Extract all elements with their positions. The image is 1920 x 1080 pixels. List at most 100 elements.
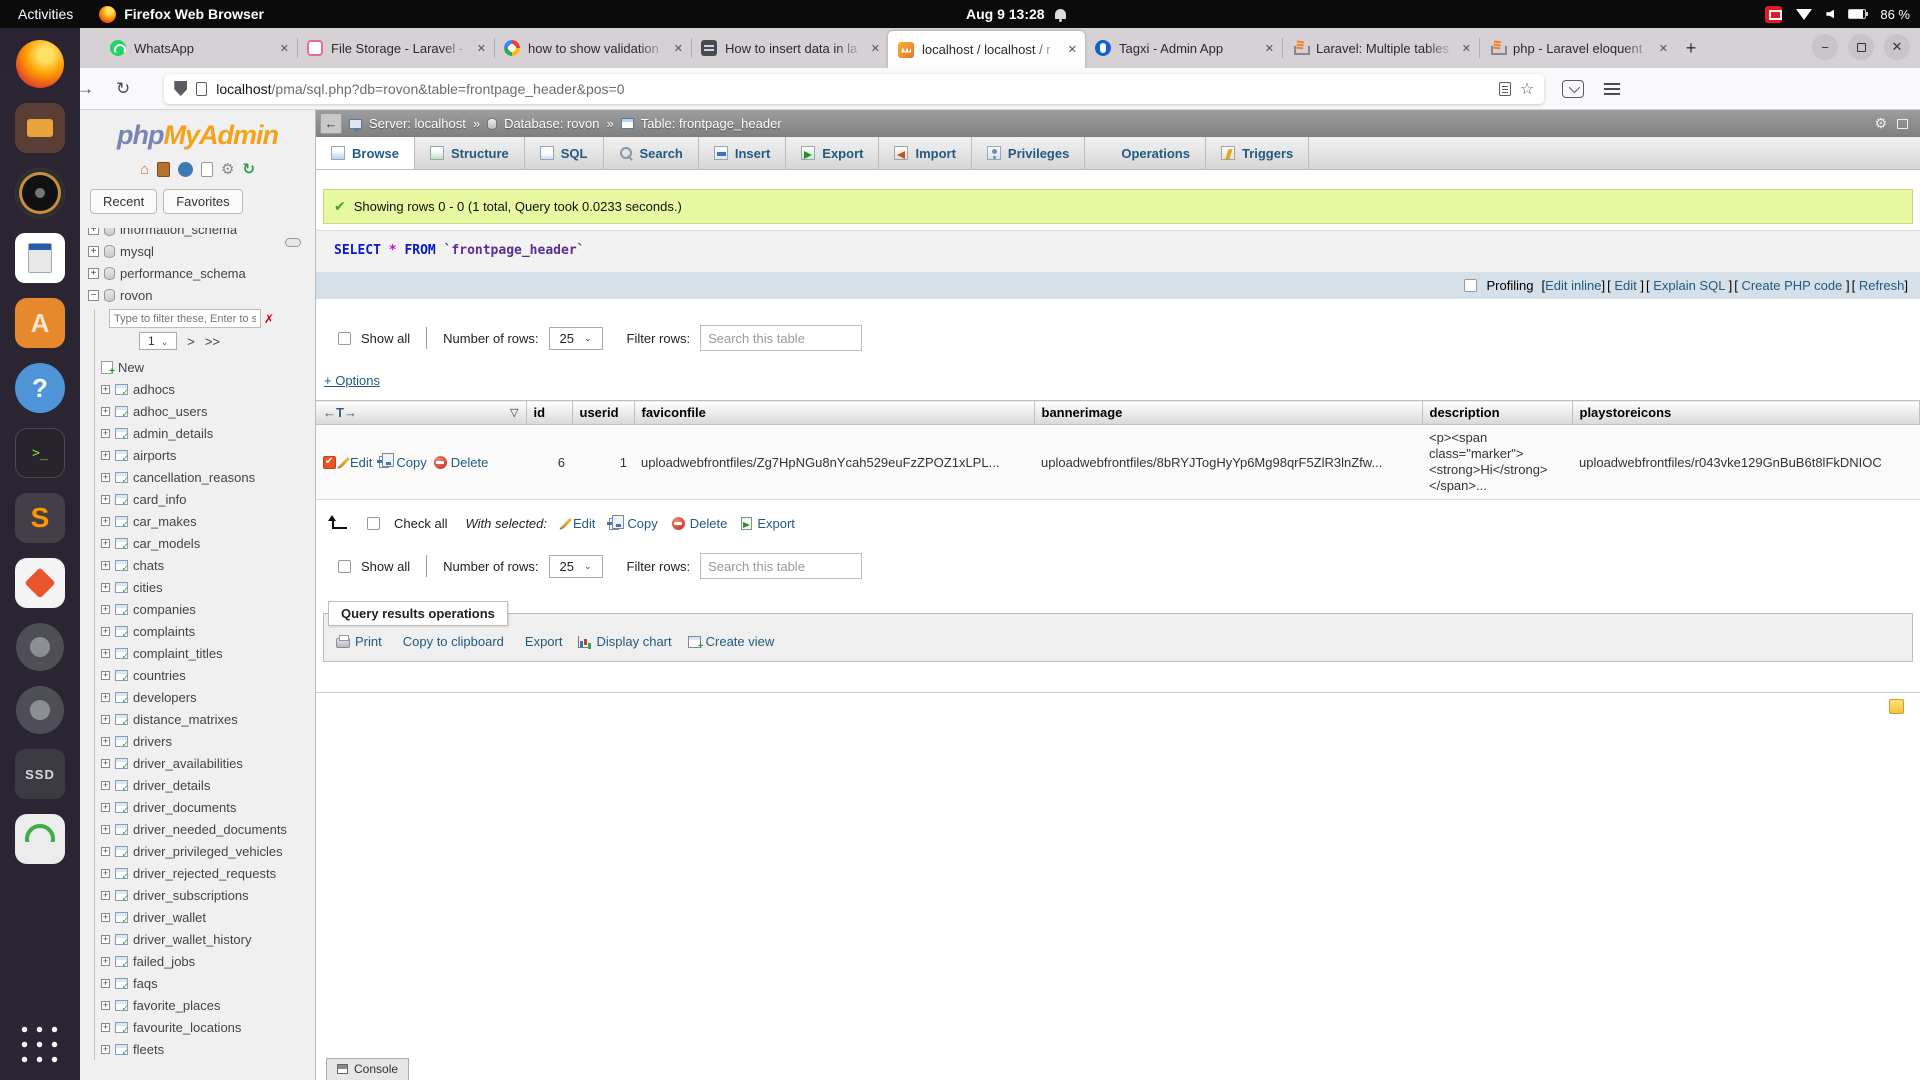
table-name[interactable]: failed_jobs bbox=[133, 954, 195, 969]
breadcrumb-table[interactable]: Table: frontpage_header bbox=[641, 116, 782, 131]
dock-app-icon[interactable] bbox=[16, 686, 64, 734]
focused-app-title[interactable]: Firefox Web Browser bbox=[124, 6, 264, 22]
row-checkbox[interactable] bbox=[323, 456, 336, 469]
tab-close-icon[interactable]: ✕ bbox=[1068, 43, 1077, 56]
browser-tab[interactable]: How to insert data in la ✕ bbox=[691, 28, 888, 68]
expand-icon[interactable]: + bbox=[101, 451, 110, 460]
sidebar-table-item[interactable]: + complaints bbox=[99, 620, 315, 642]
dock-app-icon[interactable] bbox=[15, 233, 65, 283]
table-name[interactable]: complaints bbox=[133, 624, 195, 639]
database-name[interactable]: performance_schema bbox=[120, 266, 246, 281]
pma-tab[interactable]: Structure bbox=[415, 137, 525, 169]
dock-app-icon[interactable] bbox=[16, 623, 64, 671]
dock-app-icon[interactable]: >_ bbox=[15, 428, 65, 478]
logout-icon[interactable] bbox=[157, 162, 170, 177]
expand-icon[interactable]: + bbox=[88, 246, 99, 257]
dock-app-icon[interactable]: ? bbox=[15, 363, 65, 413]
query-tool-anchor[interactable]: Create PHP code bbox=[1741, 278, 1842, 293]
expand-icon[interactable]: + bbox=[101, 847, 110, 856]
favorites-button[interactable]: Favorites bbox=[163, 189, 242, 214]
sidebar-table-item[interactable]: + card_info bbox=[99, 488, 315, 510]
table-name[interactable]: chats bbox=[133, 558, 164, 573]
tab-close-icon[interactable]: ✕ bbox=[871, 42, 880, 55]
dock-app-icon[interactable] bbox=[15, 814, 65, 864]
tab-close-icon[interactable]: ✕ bbox=[1659, 42, 1668, 55]
column-header-description[interactable]: description bbox=[1422, 401, 1572, 425]
table-name[interactable]: airports bbox=[133, 448, 176, 463]
collapse-sidebar-button[interactable]: ← bbox=[320, 113, 342, 134]
selected-delete-link[interactable]: Delete bbox=[672, 516, 728, 531]
profiling-checkbox[interactable] bbox=[1464, 279, 1477, 292]
breadcrumb-server[interactable]: Server: localhost bbox=[369, 116, 466, 131]
pma-tab[interactable]: Browse bbox=[316, 137, 415, 169]
selected-export-link[interactable]: Export bbox=[741, 516, 795, 531]
pma-tab[interactable]: Insert bbox=[699, 137, 786, 169]
tree-page-next[interactable]: > bbox=[187, 334, 195, 349]
dock-app-icon[interactable]: A bbox=[15, 298, 65, 348]
sidebar-table-item[interactable]: + drivers bbox=[99, 730, 315, 752]
expand-icon[interactable]: + bbox=[101, 495, 110, 504]
selected-edit-link[interactable]: Edit bbox=[565, 516, 595, 531]
query-tool-anchor[interactable]: Refresh bbox=[1859, 278, 1905, 293]
rows-count-select[interactable]: 25⌄ bbox=[549, 555, 603, 578]
show-all-checkbox[interactable] bbox=[338, 560, 351, 573]
expand-icon[interactable]: + bbox=[101, 1045, 110, 1054]
sidebar-table-item[interactable]: + companies bbox=[99, 598, 315, 620]
fullscreen-icon[interactable] bbox=[1897, 119, 1908, 129]
table-name[interactable]: countries bbox=[133, 668, 186, 683]
table-name[interactable]: drivers bbox=[133, 734, 172, 749]
table-name[interactable]: driver_availabilities bbox=[133, 756, 243, 771]
sidebar-table-item[interactable]: + cities bbox=[99, 576, 315, 598]
column-header-playstoreicons[interactable]: playstoreicons bbox=[1572, 401, 1920, 425]
sidebar-database[interactable]: + information_schema bbox=[80, 228, 315, 240]
table-name[interactable]: developers bbox=[133, 690, 197, 705]
operation-link[interactable]: Create view bbox=[688, 634, 775, 649]
operation-link[interactable]: Export bbox=[520, 634, 563, 649]
sidebar-table-item[interactable]: + developers bbox=[99, 686, 315, 708]
dock-app-icon[interactable] bbox=[16, 40, 64, 88]
check-all-checkbox[interactable] bbox=[367, 517, 380, 530]
sidebar-table-item[interactable]: + adhoc_users bbox=[99, 400, 315, 422]
selected-copy-link[interactable]: Copy bbox=[609, 516, 657, 531]
expand-icon[interactable]: + bbox=[101, 385, 110, 394]
column-header-bannerimage[interactable]: bannerimage bbox=[1034, 401, 1422, 425]
sidebar-table-item[interactable]: + adhocs bbox=[99, 378, 315, 400]
column-header-id[interactable]: id bbox=[526, 401, 572, 425]
tree-filter-input[interactable] bbox=[109, 309, 261, 328]
reload-button[interactable]: ↻ bbox=[116, 79, 130, 99]
expand-icon[interactable]: + bbox=[101, 539, 110, 548]
sidebar-table-item[interactable]: + chats bbox=[99, 554, 315, 576]
table-name[interactable]: admin_details bbox=[133, 426, 213, 441]
tab-close-icon[interactable]: ✕ bbox=[477, 42, 486, 55]
expand-icon[interactable]: + bbox=[101, 473, 110, 482]
menu-icon[interactable] bbox=[1604, 83, 1620, 95]
sidebar-table-item[interactable]: + car_models bbox=[99, 532, 315, 554]
table-name[interactable]: card_info bbox=[133, 492, 186, 507]
sidebar-table-item[interactable]: + distance_matrixes bbox=[99, 708, 315, 730]
pma-tab[interactable]: Privileges bbox=[972, 137, 1085, 169]
row-copy-link[interactable]: Copy bbox=[379, 455, 426, 470]
expand-icon[interactable]: + bbox=[101, 583, 110, 592]
expand-icon[interactable]: − bbox=[88, 290, 99, 301]
expand-icon[interactable]: + bbox=[88, 228, 99, 235]
expand-icon[interactable]: + bbox=[101, 407, 110, 416]
table-name[interactable]: driver_needed_documents bbox=[133, 822, 287, 837]
dock-app-icon[interactable] bbox=[15, 103, 65, 153]
bookmark-query-icon[interactable] bbox=[1889, 699, 1904, 714]
show-all-checkbox[interactable] bbox=[338, 332, 351, 345]
database-name[interactable]: information_schema bbox=[120, 228, 237, 237]
expand-icon[interactable]: + bbox=[101, 825, 110, 834]
query-tool-anchor[interactable]: Edit bbox=[1614, 278, 1636, 293]
dock-app-icon[interactable]: SSD bbox=[15, 749, 65, 799]
pma-logo[interactable]: phpMyAdmin bbox=[80, 120, 315, 151]
browser-tab[interactable]: Laravel: Multiple tables ✕ bbox=[1282, 28, 1479, 68]
sidebar-table-item[interactable]: + driver_needed_documents bbox=[99, 818, 315, 840]
pma-tab[interactable]: Triggers bbox=[1206, 137, 1309, 169]
clear-filter-icon[interactable]: ✗ bbox=[264, 312, 274, 326]
help-icon[interactable]: v bbox=[178, 162, 193, 177]
check-all-label[interactable]: Check all bbox=[394, 516, 447, 531]
expand-icon[interactable]: + bbox=[101, 935, 110, 944]
sidebar-table-item[interactable]: + driver_availabilities bbox=[99, 752, 315, 774]
bookmark-star-icon[interactable]: ☆ bbox=[1520, 79, 1534, 99]
sidebar-table-item[interactable]: + car_makes bbox=[99, 510, 315, 532]
